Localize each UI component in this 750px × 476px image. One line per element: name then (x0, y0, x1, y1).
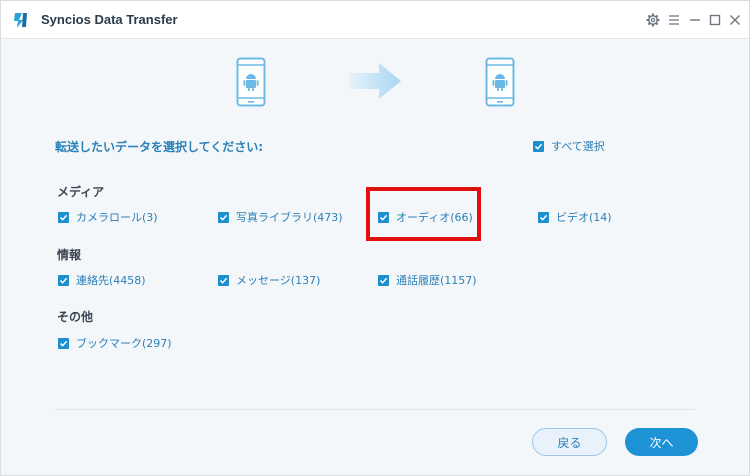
close-icon[interactable] (727, 12, 743, 28)
next-button[interactable]: 次へ (625, 428, 698, 456)
select-all-checkbox[interactable]: すべて選択 (533, 138, 605, 154)
maximize-icon[interactable] (707, 12, 723, 28)
app-window: Syncios Data Transfer 転送したいデータを選択してください:… (0, 0, 750, 476)
bookmarks-label: ブックマーク(297) (76, 337, 172, 350)
checkbox-checked-icon (58, 211, 69, 223)
checkbox-checked-icon (533, 140, 544, 152)
section-info-label: 情報 (57, 248, 82, 262)
checkbox-checked-icon (378, 274, 389, 286)
minimize-icon[interactable] (687, 12, 703, 28)
checkbox-call-history[interactable]: 通話履歴(1157) (378, 272, 477, 288)
title-bar: Syncios Data Transfer (1, 1, 749, 39)
checkbox-contacts[interactable]: 連絡先(4458) (58, 272, 146, 288)
checkbox-photo-library[interactable]: 写真ライブラリ(473) (218, 209, 343, 225)
syncios-logo-icon (14, 13, 27, 28)
menu-icon[interactable] (666, 12, 682, 28)
device-transfer-graphic (1, 39, 749, 125)
checkbox-video[interactable]: ビデオ(14) (538, 209, 612, 225)
checkbox-bookmarks[interactable]: ブックマーク(297) (58, 335, 172, 351)
photo-library-label: 写真ライブラリ(473) (236, 211, 343, 224)
target-android-phone-icon[interactable] (485, 57, 515, 107)
messages-label: メッセージ(137) (236, 274, 321, 287)
section-media-label: メディア (57, 185, 105, 199)
source-android-phone-icon[interactable] (236, 57, 266, 107)
section-other-label: その他 (57, 310, 94, 324)
checkbox-checked-icon (58, 274, 69, 286)
checkbox-checked-icon (218, 211, 229, 223)
checkbox-messages[interactable]: メッセージ(137) (218, 272, 320, 288)
app-title: Syncios Data Transfer (41, 12, 178, 27)
checkbox-checked-icon (218, 274, 229, 286)
select-data-prompt: 転送したいデータを選択してください: (55, 140, 264, 154)
checkbox-checked-icon (538, 211, 549, 223)
checkbox-checked-icon (58, 337, 69, 349)
arrow-right-icon (349, 63, 401, 99)
back-button[interactable]: 戻る (532, 428, 607, 456)
call-history-label: 通話履歴(1157) (396, 274, 477, 287)
contacts-label: 連絡先(4458) (76, 274, 146, 287)
footer-divider (55, 409, 695, 410)
camera-roll-label: カメラロール(3) (76, 211, 158, 224)
audio-highlight-box (366, 187, 481, 241)
gear-icon[interactable] (645, 12, 661, 28)
select-all-label: すべて選択 (551, 140, 605, 153)
video-label: ビデオ(14) (556, 211, 612, 224)
checkbox-camera-roll[interactable]: カメラロール(3) (58, 209, 158, 225)
